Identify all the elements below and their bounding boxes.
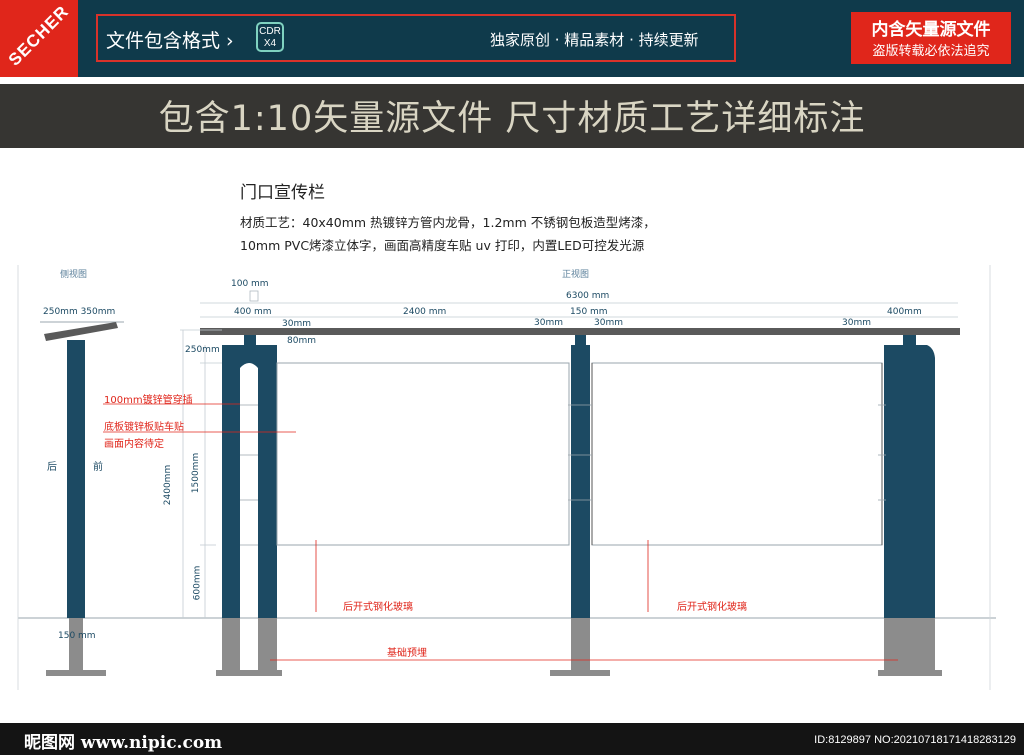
cdr-badge-line2: X4 [263,38,277,49]
left-foundation-b [258,618,277,670]
right-base-plate [878,670,942,676]
middle-foundation [571,618,590,670]
footer-id: ID:8129897 NO:20210718171418283129 [814,734,1016,746]
right-foundation [884,618,935,670]
board-note: 底板镀锌板贴车贴 [104,422,184,433]
side-post [67,340,85,618]
side-base-plate [46,670,106,676]
dim-80: 80mm [287,336,316,346]
front-view-label: 正视图 [562,270,590,280]
dim-250: 250mm [185,345,220,355]
logo-text: SECHER [4,1,73,70]
left-base-plate [216,670,282,676]
dim-150-bottom: 150 mm [58,631,96,641]
logo: SECHER [0,0,78,77]
display-panel-left [276,362,570,546]
roof-beam [200,328,960,335]
right-post-panel [884,345,935,618]
source-notice-line2: 盗版转载必依法追究 [872,44,990,59]
pipe-note: 100mm镀锌管穿插 [104,395,193,406]
cdr-badge-line1: CDR [259,26,281,37]
slogan: 独家原创 · 精品素材 · 持续更新 [490,31,699,49]
left-foundation-a [222,618,240,670]
format-label: 文件包含格式 › [106,30,234,52]
glass-note-left: 后开式钢化玻璃 [343,602,413,613]
dim-100: 100 mm [231,279,269,289]
dim-150: 150 mm [570,307,608,317]
left-post-frame [222,345,277,618]
dim-30-c: 30mm [594,318,623,328]
left-post-cap [244,335,256,345]
dim-1500: 1500mm [191,452,202,494]
glass-note-right: 后开式钢化玻璃 [677,602,747,613]
back-label: 后 [47,462,57,473]
side-view-label: 侧视图 [60,270,88,280]
foundation-note: 基础预埋 [387,648,427,659]
dim-250-350: 250mm 350mm [43,307,116,317]
dim-400-right: 400mm [887,307,922,317]
content-note: 画面内容待定 [104,439,164,450]
middle-base-plate [550,670,610,676]
cdr-badge: CDR X4 [256,22,284,52]
dim-100-marker [249,290,259,302]
dim-400-left: 400 mm [234,307,272,317]
dim-30-d: 30mm [842,318,871,328]
front-label: 前 [93,462,103,473]
right-post-cap [903,335,916,345]
dim-30-b: 30mm [534,318,563,328]
middle-post-cap [575,335,586,345]
dim-2400-top: 2400 mm [403,307,447,317]
middle-post [571,345,590,618]
display-panel-right [591,362,883,546]
side-foundation [69,618,83,670]
dim-30-a: 30mm [282,319,311,329]
banner-title: 包含1:10矢量源文件 尺寸材质工艺详细标注 [158,99,866,139]
dim-6300: 6300 mm [566,291,610,301]
footer-site: 昵图网 www.nipic.com [24,733,223,753]
dim-600: 600mm [192,565,203,601]
side-roof [44,322,118,341]
dim-2400-vertical: 2400mm [163,464,174,506]
source-notice-line1: 内含矢量源文件 [871,20,991,40]
